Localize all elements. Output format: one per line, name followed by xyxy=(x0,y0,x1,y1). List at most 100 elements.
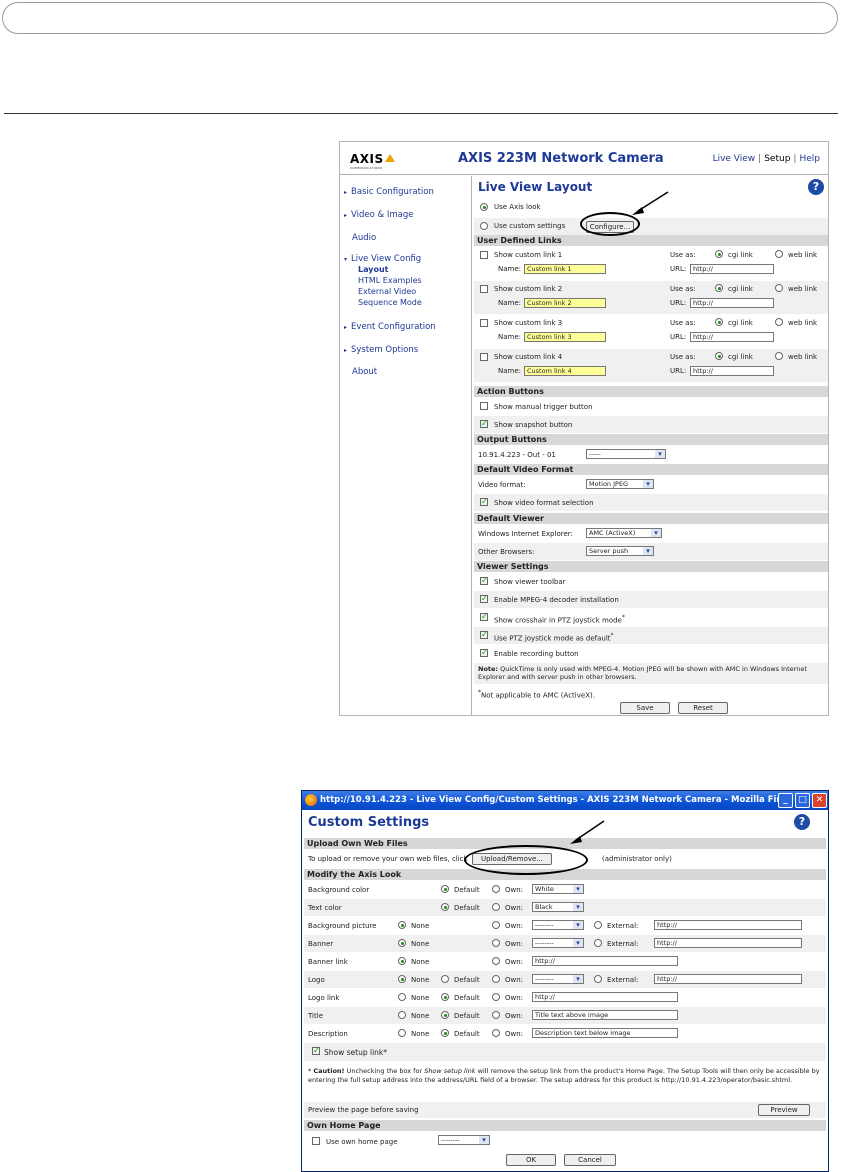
banner-external-input[interactable]: http:// xyxy=(654,938,802,948)
wie-viewer-select[interactable]: AMC (ActiveX) xyxy=(586,528,662,538)
text-color-default-radio[interactable] xyxy=(441,903,449,911)
banner-own-radio[interactable] xyxy=(492,939,500,947)
title-none-radio[interactable] xyxy=(398,1011,406,1019)
bg-picture-external-radio[interactable] xyxy=(594,921,602,929)
custom-link-1-web-radio[interactable] xyxy=(775,250,783,258)
nav-event-configuration[interactable]: ▸ Event Configuration xyxy=(344,322,436,332)
custom-link-1-cgi-radio[interactable] xyxy=(715,250,723,258)
ptz-joystick-default-checkbox[interactable]: ✓ xyxy=(480,631,488,639)
description-input[interactable]: Description text below image xyxy=(532,1028,678,1038)
use-axis-look-radio[interactable] xyxy=(480,203,488,211)
banner-select[interactable]: -------- xyxy=(532,938,584,948)
video-format-select[interactable]: Motion JPEG xyxy=(586,479,654,489)
live-view-link[interactable]: Live View xyxy=(713,154,756,164)
custom-link-2-url-input[interactable]: http:// xyxy=(690,298,774,308)
logo-select[interactable]: -------- xyxy=(532,974,584,984)
other-browsers-select[interactable]: Server push xyxy=(586,546,654,556)
custom-link-4-web-radio[interactable] xyxy=(775,352,783,360)
maximize-icon[interactable]: □ xyxy=(795,793,810,808)
help-icon[interactable]: ? xyxy=(808,179,824,195)
show-manual-trigger-checkbox[interactable] xyxy=(480,402,488,410)
arrow-right-icon: ▸ xyxy=(344,324,348,331)
title-input[interactable]: Title text above image xyxy=(532,1010,678,1020)
custom-link-3-cgi-radio[interactable] xyxy=(715,318,723,326)
logo-link-none-radio[interactable] xyxy=(398,993,406,1001)
help-link[interactable]: Help xyxy=(799,154,820,164)
custom-link-3-url-input[interactable]: http:// xyxy=(690,332,774,342)
logo-external-input[interactable]: http:// xyxy=(654,974,802,984)
show-custom-link-4-checkbox[interactable] xyxy=(480,353,488,361)
banner-external-radio[interactable] xyxy=(594,939,602,947)
nav-sub-layout[interactable]: Layout xyxy=(358,265,388,274)
bg-picture-none-radio[interactable] xyxy=(398,921,406,929)
custom-link-4-url-input[interactable]: http:// xyxy=(690,366,774,376)
logo-link-input[interactable]: http:// xyxy=(532,992,678,1002)
text-color-own-radio[interactable] xyxy=(492,903,500,911)
description-default-radio[interactable] xyxy=(441,1029,449,1037)
custom-link-4-name-input[interactable]: Custom link 4 xyxy=(524,366,606,376)
preview-button[interactable]: Preview xyxy=(758,1104,810,1116)
logo-link-own-radio[interactable] xyxy=(492,993,500,1001)
minimize-icon[interactable]: _ xyxy=(778,793,793,808)
axis-logo-sub: COMMUNICATIONS xyxy=(350,166,383,170)
enable-recording-button-checkbox[interactable]: ✓ xyxy=(480,649,488,657)
nav-about[interactable]: About xyxy=(352,367,377,377)
show-snapshot-checkbox[interactable]: ✓ xyxy=(480,420,488,428)
show-video-format-selection-checkbox[interactable]: ✓ xyxy=(480,498,488,506)
cancel-button[interactable]: Cancel xyxy=(564,1154,616,1166)
custom-link-4-cgi-radio[interactable] xyxy=(715,352,723,360)
nav-audio[interactable]: Audio xyxy=(352,233,376,243)
nav-system-options[interactable]: ▸ System Options xyxy=(344,345,418,355)
logo-default-radio[interactable] xyxy=(441,975,449,983)
banner-link-own-radio[interactable] xyxy=(492,957,500,965)
custom-link-3-name-input[interactable]: Custom link 3 xyxy=(524,332,606,342)
bg-color-own-radio[interactable] xyxy=(492,885,500,893)
text-color-select[interactable]: Black xyxy=(532,902,584,912)
bg-picture-external-input[interactable]: http:// xyxy=(654,920,802,930)
reset-button[interactable]: Reset xyxy=(678,702,728,714)
nav-live-view-config[interactable]: ▾ Live View Config xyxy=(344,254,421,264)
close-icon[interactable]: ✕ xyxy=(812,793,827,808)
show-crosshair-checkbox[interactable]: ✓ xyxy=(480,613,488,621)
logo-none-radio[interactable] xyxy=(398,975,406,983)
show-custom-link-1-checkbox[interactable] xyxy=(480,251,488,259)
use-custom-settings-radio[interactable] xyxy=(480,222,488,230)
bg-picture-select[interactable]: -------- xyxy=(532,920,584,930)
bg-picture-own-radio[interactable] xyxy=(492,921,500,929)
logo-external-radio[interactable] xyxy=(594,975,602,983)
banner-link-none-radio[interactable] xyxy=(398,957,406,965)
save-button[interactable]: Save xyxy=(620,702,670,714)
custom-link-2-name-input[interactable]: Custom link 2 xyxy=(524,298,606,308)
description-own-radio[interactable] xyxy=(492,1029,500,1037)
nav-sub-external-video[interactable]: External Video xyxy=(358,287,416,296)
custom-link-1-name-input[interactable]: Custom link 1 xyxy=(524,264,606,274)
custom-link-2-cgi-radio[interactable] xyxy=(715,284,723,292)
description-none-radio[interactable] xyxy=(398,1029,406,1037)
logo-own-radio[interactable] xyxy=(492,975,500,983)
title-own-radio[interactable] xyxy=(492,1011,500,1019)
custom-link-2-web-radio[interactable] xyxy=(775,284,783,292)
nav-basic-configuration[interactable]: ▸ Basic Configuration xyxy=(344,187,434,197)
logo-link-default-radio[interactable] xyxy=(441,993,449,1001)
title-default-radio[interactable] xyxy=(441,1011,449,1019)
bg-color-default-radio[interactable] xyxy=(441,885,449,893)
help-icon[interactable]: ? xyxy=(794,814,810,830)
enable-mpeg4-decoder-checkbox[interactable]: ✓ xyxy=(480,595,488,603)
ok-button[interactable]: OK xyxy=(506,1154,556,1166)
show-viewer-toolbar-checkbox[interactable]: ✓ xyxy=(480,577,488,585)
show-custom-link-2-checkbox[interactable] xyxy=(480,285,488,293)
banner-none-radio[interactable] xyxy=(398,939,406,947)
bg-color-select[interactable]: White xyxy=(532,884,584,894)
show-setup-link-checkbox[interactable]: ✓ xyxy=(312,1047,320,1055)
nav-sub-html-examples[interactable]: HTML Examples xyxy=(358,276,422,285)
nav-video-image[interactable]: ▸ Video & Image xyxy=(344,210,413,220)
use-own-home-page-checkbox[interactable] xyxy=(312,1137,320,1145)
nav-sub-sequence-mode[interactable]: Sequence Mode xyxy=(358,298,422,307)
own-home-page-select[interactable]: -------- xyxy=(438,1135,490,1145)
setup-link[interactable]: Setup xyxy=(764,154,790,164)
output-button-select[interactable]: ----- xyxy=(586,449,666,459)
custom-link-3-web-radio[interactable] xyxy=(775,318,783,326)
banner-link-input[interactable]: http:// xyxy=(532,956,678,966)
custom-link-1-url-input[interactable]: http:// xyxy=(690,264,774,274)
show-custom-link-3-checkbox[interactable] xyxy=(480,319,488,327)
